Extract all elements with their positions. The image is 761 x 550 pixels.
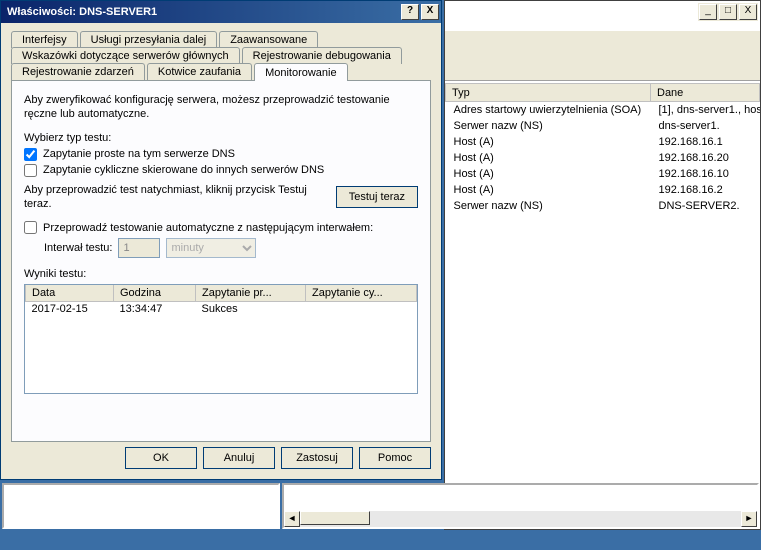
result-recursive bbox=[306, 302, 417, 317]
help-button[interactable]: Pomoc bbox=[359, 447, 431, 469]
tab-advanced[interactable]: Zaawansowane bbox=[219, 31, 318, 48]
scroll-right-arrow-icon[interactable]: ► bbox=[741, 511, 757, 527]
tab-event-logging[interactable]: Rejestrowanie zdarzeń bbox=[11, 63, 145, 81]
minimize-button[interactable]: _ bbox=[699, 4, 717, 20]
dns-record-row[interactable]: Serwer nazw (NS)dns-server1. bbox=[446, 118, 760, 134]
toolbar-area bbox=[445, 31, 760, 81]
results-header-recursive[interactable]: Zapytanie cy... bbox=[306, 285, 417, 302]
results-header-date[interactable]: Data bbox=[26, 285, 114, 302]
dns-record-row[interactable]: Host (A)192.168.16.1 bbox=[446, 134, 760, 150]
result-date: 2017-02-15 bbox=[26, 302, 114, 317]
dialog-title: Właściwości: DNS-SERVER1 bbox=[7, 6, 399, 18]
checkbox-recursive-query-label: Zapytanie cykliczne skierowane do innych… bbox=[43, 164, 324, 176]
checkbox-simple-query[interactable] bbox=[24, 148, 37, 161]
checkbox-auto-test-label: Przeprowadź testowanie automatyczne z na… bbox=[43, 222, 373, 234]
scroll-track[interactable] bbox=[300, 511, 741, 527]
help-button[interactable]: ? bbox=[401, 4, 419, 20]
dialog-titlebar[interactable]: Właściwości: DNS-SERVER1 ? X bbox=[1, 1, 441, 23]
dns-record-row[interactable]: Host (A)192.168.16.2 bbox=[446, 182, 760, 198]
tab-root-hints[interactable]: Wskazówki dotyczące serwerów głównych bbox=[11, 47, 240, 64]
dns-record-row[interactable]: Host (A)192.168.16.20 bbox=[446, 150, 760, 166]
test-now-text: Aby przeprowadzić test natychmiast, klik… bbox=[24, 183, 336, 212]
properties-dialog: Właściwości: DNS-SERVER1 ? X Interfejsy … bbox=[0, 0, 442, 480]
dns-records-panel: _ □ X Typ Dane Adres startowy uwierzytel… bbox=[444, 0, 761, 530]
results-row[interactable]: 2017-02-15 13:34:47 Sukces bbox=[26, 302, 417, 317]
cancel-button[interactable]: Anuluj bbox=[203, 447, 275, 469]
result-simple: Sukces bbox=[196, 302, 306, 317]
dns-records-list: Typ Dane Adres startowy uwierzytelnienia… bbox=[445, 83, 760, 509]
tab-debug-logging[interactable]: Rejestrowanie debugowania bbox=[242, 47, 402, 64]
tab-trust-anchors[interactable]: Kotwice zaufania bbox=[147, 63, 252, 81]
bottom-pane-right: ◄ ► bbox=[282, 483, 759, 529]
close-window-button[interactable]: X bbox=[739, 4, 757, 20]
checkbox-recursive-query[interactable] bbox=[24, 164, 37, 177]
close-button[interactable]: X bbox=[421, 4, 439, 20]
interval-label: Interwał testu: bbox=[44, 242, 112, 254]
column-header-data[interactable]: Dane bbox=[651, 84, 760, 102]
scroll-thumb[interactable] bbox=[300, 511, 370, 525]
select-test-type-label: Wybierz typ testu: bbox=[24, 132, 418, 144]
dns-record-row[interactable]: Host (A)192.168.16.10 bbox=[446, 166, 760, 182]
bottom-pane-left bbox=[2, 483, 280, 529]
results-table: Data Godzina Zapytanie pr... Zapytanie c… bbox=[24, 284, 418, 394]
checkbox-simple-query-label: Zapytanie proste na tym serwerze DNS bbox=[43, 148, 235, 160]
checkbox-auto-test[interactable] bbox=[24, 221, 37, 234]
result-time: 13:34:47 bbox=[114, 302, 196, 317]
dialog-buttons: OK Anuluj Zastosuj Pomoc bbox=[125, 447, 431, 469]
column-header-type[interactable]: Typ bbox=[446, 84, 651, 102]
results-header-time[interactable]: Godzina bbox=[114, 285, 196, 302]
dns-record-row[interactable]: Serwer nazw (NS)DNS-SERVER2. bbox=[446, 198, 760, 214]
instruction-text: Aby zweryfikować konfigurację serwera, m… bbox=[24, 93, 418, 122]
interval-value-input bbox=[118, 238, 160, 258]
ok-button[interactable]: OK bbox=[125, 447, 197, 469]
tab-forwarders[interactable]: Usługi przesyłania dalej bbox=[80, 31, 218, 48]
horizontal-scrollbar[interactable]: ◄ ► bbox=[284, 511, 757, 527]
results-label: Wyniki testu: bbox=[24, 268, 418, 280]
apply-button[interactable]: Zastosuj bbox=[281, 447, 353, 469]
test-now-button[interactable]: Testuj teraz bbox=[336, 186, 418, 208]
maximize-button[interactable]: □ bbox=[719, 4, 737, 20]
interval-unit-select: minuty bbox=[166, 238, 256, 258]
scroll-left-arrow-icon[interactable]: ◄ bbox=[284, 511, 300, 527]
window-controls: _ □ X bbox=[698, 3, 758, 21]
tab-monitoring[interactable]: Monitorowanie bbox=[254, 63, 348, 81]
tabs-area: Interfejsy Usługi przesyłania dalej Zaaw… bbox=[1, 23, 441, 448]
bottom-panes: ◄ ► bbox=[2, 483, 759, 529]
tab-content-monitoring: Aby zweryfikować konfigurację serwera, m… bbox=[11, 80, 431, 442]
results-header-simple[interactable]: Zapytanie pr... bbox=[196, 285, 306, 302]
dns-record-row[interactable]: Adres startowy uwierzytelnienia (SOA)[1]… bbox=[446, 102, 760, 118]
tab-interfaces[interactable]: Interfejsy bbox=[11, 31, 78, 48]
